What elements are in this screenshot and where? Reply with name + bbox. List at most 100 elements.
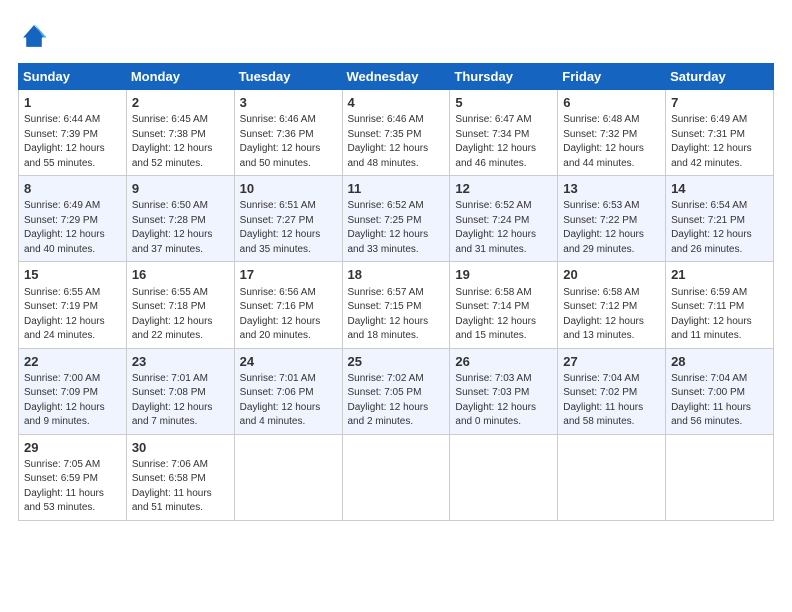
calendar-cell: 1Sunrise: 6:44 AMSunset: 7:39 PMDaylight…: [19, 90, 127, 176]
cell-details: Sunrise: 6:48 AMSunset: 7:32 PMDaylight:…: [563, 113, 660, 171]
calendar-cell: 26Sunrise: 7:03 AMSunset: 7:03 PMDayligh…: [450, 348, 558, 434]
calendar-cell: 25Sunrise: 7:02 AMSunset: 7:05 PMDayligh…: [342, 348, 450, 434]
calendar-cell: 30Sunrise: 7:06 AMSunset: 6:58 PMDayligh…: [126, 434, 234, 520]
calendar-cell: 13Sunrise: 6:53 AMSunset: 7:22 PMDayligh…: [558, 176, 666, 262]
cell-details: Sunrise: 6:51 AMSunset: 7:27 PMDaylight:…: [240, 199, 337, 257]
calendar-week-2: 8Sunrise: 6:49 AMSunset: 7:29 PMDaylight…: [19, 176, 774, 262]
cell-details: Sunrise: 7:04 AMSunset: 7:00 PMDaylight:…: [671, 372, 768, 430]
day-number: 22: [24, 353, 121, 371]
cell-details: Sunrise: 6:55 AMSunset: 7:19 PMDaylight:…: [24, 286, 121, 344]
day-number: 27: [563, 353, 660, 371]
calendar-cell: 15 Sunrise: 6:55 AMSunset: 7:19 PMDayligh…: [19, 262, 127, 348]
cell-details: Sunrise: 6:55 AMSunset: 7:18 PMDaylight:…: [132, 286, 229, 344]
cell-details: Sunrise: 6:58 AMSunset: 7:12 PMDaylight:…: [563, 286, 660, 344]
calendar-cell: 22Sunrise: 7:00 AMSunset: 7:09 PMDayligh…: [19, 348, 127, 434]
calendar-week-3: 15 Sunrise: 6:55 AMSunset: 7:19 PMDayligh…: [19, 262, 774, 348]
calendar-cell: [342, 434, 450, 520]
calendar-cell: 10Sunrise: 6:51 AMSunset: 7:27 PMDayligh…: [234, 176, 342, 262]
calendar-cell: 4Sunrise: 6:46 AMSunset: 7:35 PMDaylight…: [342, 90, 450, 176]
cell-details: Sunrise: 6:47 AMSunset: 7:34 PMDaylight:…: [455, 113, 552, 171]
cell-details: Sunrise: 6:46 AMSunset: 7:35 PMDaylight:…: [348, 113, 445, 171]
col-header-wednesday: Wednesday: [342, 64, 450, 90]
day-number: 26: [455, 353, 552, 371]
day-number: 25: [348, 353, 445, 371]
cell-details: Sunrise: 7:02 AMSunset: 7:05 PMDaylight:…: [348, 372, 445, 430]
calendar-week-5: 29Sunrise: 7:05 AMSunset: 6:59 PMDayligh…: [19, 434, 774, 520]
day-number: 15: [24, 266, 121, 284]
day-number: 30: [132, 439, 229, 457]
calendar-cell: 16 Sunrise: 6:55 AMSunset: 7:18 PMDayligh…: [126, 262, 234, 348]
day-number: 23: [132, 353, 229, 371]
cell-details: Sunrise: 7:04 AMSunset: 7:02 PMDaylight:…: [563, 372, 660, 430]
day-number: 7: [671, 94, 768, 112]
calendar-week-1: 1Sunrise: 6:44 AMSunset: 7:39 PMDaylight…: [19, 90, 774, 176]
calendar-cell: 8Sunrise: 6:49 AMSunset: 7:29 PMDaylight…: [19, 176, 127, 262]
calendar-cell: 12Sunrise: 6:52 AMSunset: 7:24 PMDayligh…: [450, 176, 558, 262]
cell-details: Sunrise: 7:05 AMSunset: 6:59 PMDaylight:…: [24, 458, 121, 516]
cell-details: Sunrise: 6:45 AMSunset: 7:38 PMDaylight:…: [132, 113, 229, 171]
day-number: 4: [348, 94, 445, 112]
calendar-cell: 29Sunrise: 7:05 AMSunset: 6:59 PMDayligh…: [19, 434, 127, 520]
logo: [18, 22, 52, 55]
calendar-cell: [450, 434, 558, 520]
cell-details: Sunrise: 6:52 AMSunset: 7:25 PMDaylight:…: [348, 199, 445, 257]
calendar-cell: 3Sunrise: 6:46 AMSunset: 7:36 PMDaylight…: [234, 90, 342, 176]
col-header-friday: Friday: [558, 64, 666, 90]
calendar-week-4: 22Sunrise: 7:00 AMSunset: 7:09 PMDayligh…: [19, 348, 774, 434]
calendar-cell: 27Sunrise: 7:04 AMSunset: 7:02 PMDayligh…: [558, 348, 666, 434]
calendar-cell: 23Sunrise: 7:01 AMSunset: 7:08 PMDayligh…: [126, 348, 234, 434]
calendar-table: SundayMondayTuesdayWednesdayThursdayFrid…: [18, 63, 774, 521]
day-number: 28: [671, 353, 768, 371]
calendar-cell: 14Sunrise: 6:54 AMSunset: 7:21 PMDayligh…: [666, 176, 774, 262]
day-number: 17: [240, 266, 337, 284]
day-number: 18: [348, 266, 445, 284]
cell-details: Sunrise: 7:00 AMSunset: 7:09 PMDaylight:…: [24, 372, 121, 430]
calendar-cell: 5Sunrise: 6:47 AMSunset: 7:34 PMDaylight…: [450, 90, 558, 176]
cell-details: Sunrise: 7:01 AMSunset: 7:08 PMDaylight:…: [132, 372, 229, 430]
col-header-monday: Monday: [126, 64, 234, 90]
cell-details: Sunrise: 6:49 AMSunset: 7:31 PMDaylight:…: [671, 113, 768, 171]
calendar-cell: 21Sunrise: 6:59 AMSunset: 7:11 PMDayligh…: [666, 262, 774, 348]
cell-details: Sunrise: 6:58 AMSunset: 7:14 PMDaylight:…: [455, 286, 552, 344]
day-number: 9: [132, 180, 229, 198]
day-number: 16: [132, 266, 229, 284]
cell-details: Sunrise: 6:57 AMSunset: 7:15 PMDaylight:…: [348, 286, 445, 344]
logo-icon: [20, 22, 48, 50]
day-number: 6: [563, 94, 660, 112]
calendar-cell: 28Sunrise: 7:04 AMSunset: 7:00 PMDayligh…: [666, 348, 774, 434]
day-number: 12: [455, 180, 552, 198]
calendar-cell: 19 Sunrise: 6:58 AMSunset: 7:14 PMDayligh…: [450, 262, 558, 348]
day-number: 8: [24, 180, 121, 198]
calendar-cell: 6Sunrise: 6:48 AMSunset: 7:32 PMDaylight…: [558, 90, 666, 176]
cell-details: Sunrise: 6:49 AMSunset: 7:29 PMDaylight:…: [24, 199, 121, 257]
day-number: 5: [455, 94, 552, 112]
cell-details: Sunrise: 6:54 AMSunset: 7:21 PMDaylight:…: [671, 199, 768, 257]
day-number: 29: [24, 439, 121, 457]
calendar-cell: 11Sunrise: 6:52 AMSunset: 7:25 PMDayligh…: [342, 176, 450, 262]
col-header-saturday: Saturday: [666, 64, 774, 90]
col-header-thursday: Thursday: [450, 64, 558, 90]
calendar-cell: [666, 434, 774, 520]
cell-details: Sunrise: 6:44 AMSunset: 7:39 PMDaylight:…: [24, 113, 121, 171]
cell-details: Sunrise: 7:01 AMSunset: 7:06 PMDaylight:…: [240, 372, 337, 430]
day-number: 13: [563, 180, 660, 198]
day-number: 10: [240, 180, 337, 198]
calendar-header-row: SundayMondayTuesdayWednesdayThursdayFrid…: [19, 64, 774, 90]
day-number: 11: [348, 180, 445, 198]
cell-details: Sunrise: 6:50 AMSunset: 7:28 PMDaylight:…: [132, 199, 229, 257]
day-number: 14: [671, 180, 768, 198]
cell-details: Sunrise: 6:46 AMSunset: 7:36 PMDaylight:…: [240, 113, 337, 171]
calendar-cell: 7Sunrise: 6:49 AMSunset: 7:31 PMDaylight…: [666, 90, 774, 176]
col-header-tuesday: Tuesday: [234, 64, 342, 90]
calendar-cell: 20 Sunrise: 6:58 AMSunset: 7:12 PMDayligh…: [558, 262, 666, 348]
cell-details: Sunrise: 6:52 AMSunset: 7:24 PMDaylight:…: [455, 199, 552, 257]
calendar-cell: 2Sunrise: 6:45 AMSunset: 7:38 PMDaylight…: [126, 90, 234, 176]
cell-details: Sunrise: 6:56 AMSunset: 7:16 PMDaylight:…: [240, 286, 337, 344]
cell-details: Sunrise: 7:03 AMSunset: 7:03 PMDaylight:…: [455, 372, 552, 430]
calendar-cell: [558, 434, 666, 520]
day-number: 20: [563, 266, 660, 284]
calendar-cell: 9Sunrise: 6:50 AMSunset: 7:28 PMDaylight…: [126, 176, 234, 262]
col-header-sunday: Sunday: [19, 64, 127, 90]
day-number: 19: [455, 266, 552, 284]
page: SundayMondayTuesdayWednesdayThursdayFrid…: [0, 0, 792, 531]
